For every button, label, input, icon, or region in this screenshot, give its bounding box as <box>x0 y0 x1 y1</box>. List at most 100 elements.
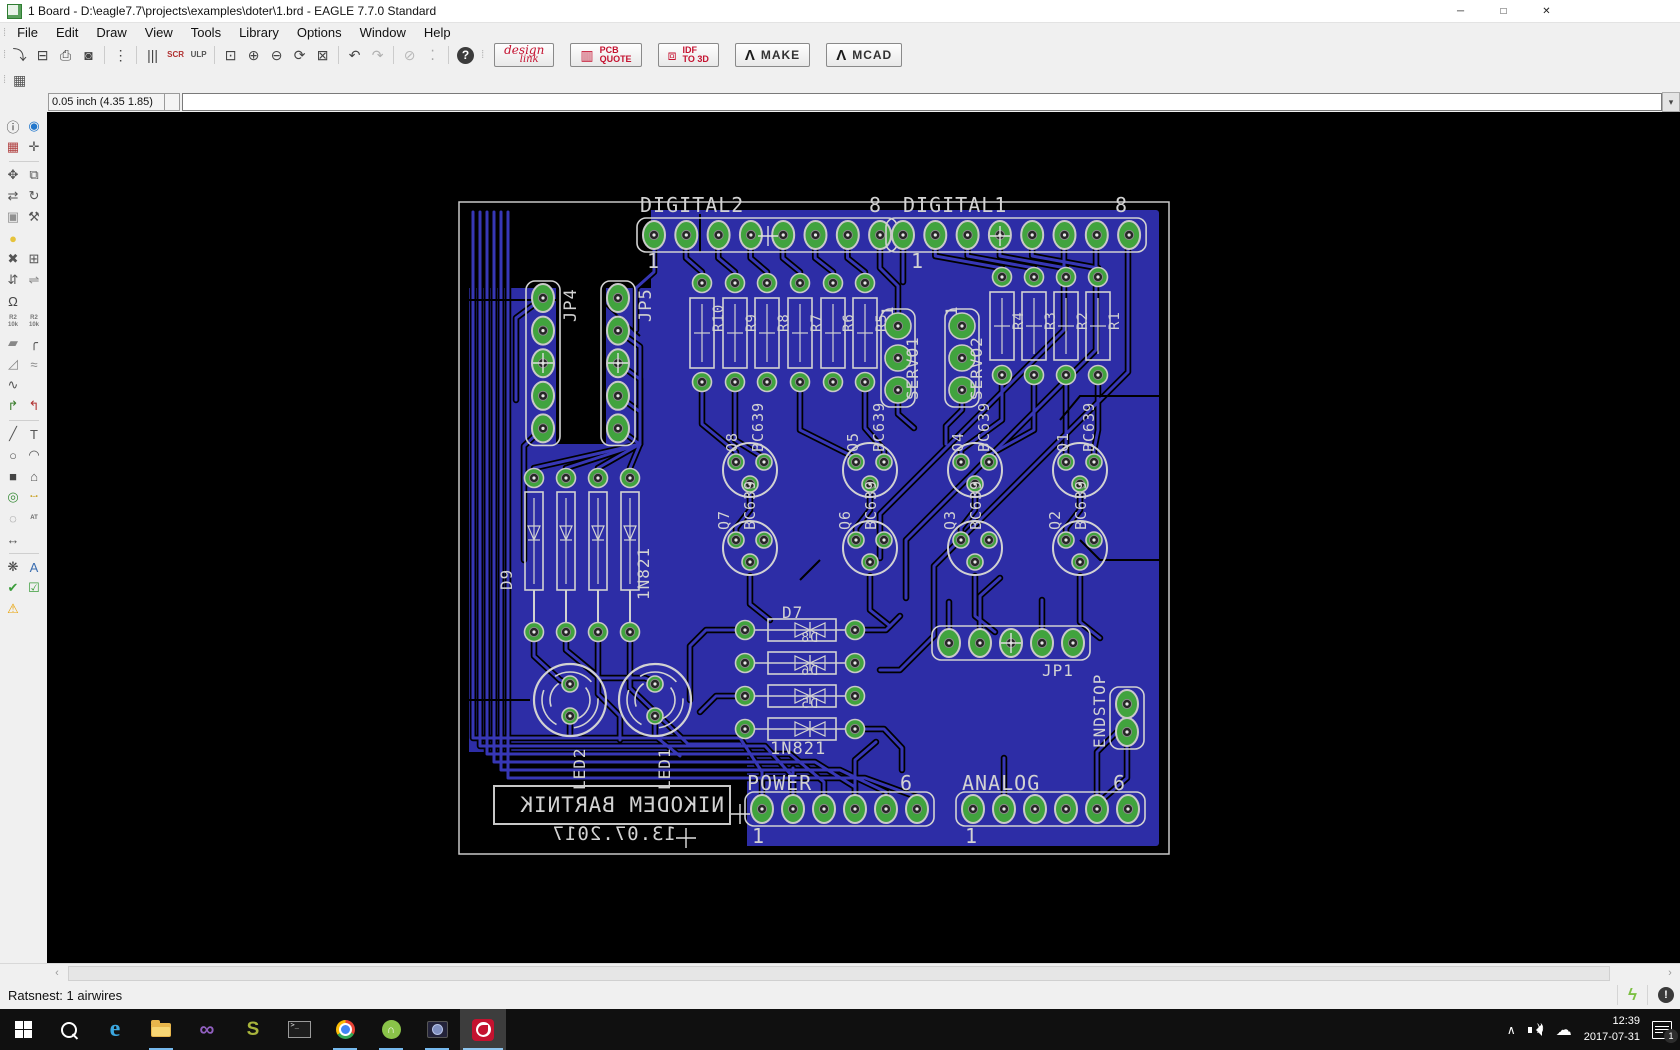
rect-tool[interactable]: ■ <box>3 466 24 486</box>
minimize-button[interactable]: ─ <box>1439 0 1482 22</box>
copy-tool[interactable]: ⧉ <box>24 165 45 185</box>
volume-icon[interactable]: )) <box>1527 1023 1544 1036</box>
make-button[interactable]: Λ MAKE <box>734 43 811 67</box>
onedrive-cloud-icon[interactable]: ☁ <box>1556 1020 1572 1040</box>
errors-tool[interactable]: ☑ <box>24 578 45 598</box>
mcad-button[interactable]: Λ MCAD <box>826 43 903 67</box>
board-canvas[interactable]: DIGITAL2 8 1 DIGITAL1 8 1 JP4 JP5 R10 R9 R8 R7 R6 R5 R… <box>47 112 1680 963</box>
wire-tool[interactable]: ╱ <box>3 424 24 444</box>
help-icon[interactable]: ? <box>457 46 475 64</box>
menu-edit[interactable]: Edit <box>47 24 87 41</box>
scroll-right-arrow[interactable]: › <box>1662 965 1678 980</box>
command-dropdown-arrow[interactable]: ▾ <box>1662 92 1680 112</box>
taskbar-clock[interactable]: 12:39 2017-07-31 <box>1584 1014 1640 1045</box>
display-layers-tool[interactable]: ▦ <box>3 137 24 157</box>
cut-tool[interactable]: ● <box>3 228 24 248</box>
scroll-left-arrow[interactable]: ‹ <box>49 965 65 980</box>
menu-options[interactable]: Options <box>288 24 351 41</box>
export-image-icon[interactable]: ◙ <box>78 45 99 66</box>
move-tool[interactable]: ✥ <box>3 165 24 185</box>
name-tool[interactable]: R2 10k <box>3 312 24 332</box>
smash-tool[interactable]: ▰ <box>3 333 24 353</box>
menu-tools[interactable]: Tools <box>182 24 230 41</box>
zoom-select-icon[interactable]: ⊠ <box>312 45 333 66</box>
signal-tool[interactable]: •–• <box>24 487 45 507</box>
save-icon[interactable]: ⊟ <box>32 45 53 66</box>
zoom-redraw-icon[interactable]: ⟳ <box>289 45 310 66</box>
menu-help[interactable]: Help <box>415 24 460 41</box>
autorouter-tool[interactable]: A <box>24 557 45 577</box>
via-tool[interactable]: ◎ <box>3 487 24 507</box>
run-ulp-icon[interactable]: ULP <box>188 45 209 66</box>
stop-icon[interactable]: ⊘ <box>399 45 420 66</box>
ripup-tool[interactable]: ↰ <box>24 396 45 416</box>
circle-tool[interactable]: ○ <box>3 445 24 465</box>
close-button[interactable]: ✕ <box>1525 0 1568 22</box>
pinswap-tool[interactable]: ⇵ <box>3 270 24 290</box>
replace-tool[interactable]: ⇌ <box>24 270 45 290</box>
menu-library[interactable]: Library <box>230 24 288 41</box>
action-center-icon[interactable]: 1 <box>1652 1020 1678 1043</box>
rotate-tool[interactable]: ↻ <box>24 186 45 206</box>
layer-settings-icon[interactable]: ||| <box>142 45 163 66</box>
miter-tool[interactable]: ╭ <box>24 333 45 353</box>
horizontal-scrollbar[interactable]: ‹ › <box>0 963 1680 982</box>
taskbar-edge[interactable]: e <box>92 1009 138 1050</box>
add-tool[interactable]: ⊞ <box>24 249 45 269</box>
dimension-tool[interactable]: ↔ <box>3 529 24 549</box>
meander-tool[interactable]: ∿ <box>3 375 24 395</box>
arc-tool[interactable]: ◠ <box>24 445 45 465</box>
lock-tool[interactable]: Ω <box>3 291 24 311</box>
delete-tool[interactable]: ✖ <box>3 249 24 269</box>
attribute-tool[interactable]: AT <box>24 508 45 528</box>
taskbar-start[interactable] <box>0 1009 46 1050</box>
ratsnest-tool[interactable]: ❋ <box>3 557 24 577</box>
open-icon[interactable]: ⤵ <box>9 45 30 66</box>
redo-icon[interactable]: ↷ <box>367 45 388 66</box>
change-tool[interactable]: ⚒ <box>24 207 45 227</box>
menu-view[interactable]: View <box>136 24 182 41</box>
taskbar-command-prompt[interactable]: >_ <box>276 1009 322 1050</box>
mark-tool[interactable]: ✛ <box>24 137 45 157</box>
undo-icon[interactable]: ↶ <box>344 45 365 66</box>
execute-script-scr-icon[interactable]: SCR <box>165 45 186 66</box>
pcb-quote-button[interactable]: ▥ PCB QUOTE <box>570 43 642 67</box>
design-link-button[interactable]: design link <box>494 43 555 67</box>
scrollbar-thumb[interactable] <box>68 966 1610 981</box>
optimize-tool[interactable]: ≈ <box>24 354 45 374</box>
taskbar-app-green-s[interactable]: S <box>230 1009 276 1050</box>
print-icon[interactable]: ⎙ <box>55 45 76 66</box>
drc-tool[interactable]: ✔ <box>3 578 24 598</box>
route-tool[interactable]: ↱ <box>3 396 24 416</box>
idf-to-3d-button[interactable]: ⧈ IDF TO 3D <box>657 43 719 67</box>
mirror-tool[interactable]: ⇄ <box>3 186 24 206</box>
info-tool[interactable]: ⓘ <box>3 116 24 136</box>
zoom-in-icon[interactable]: ⊕ <box>243 45 264 66</box>
menu-file[interactable]: File <box>8 24 47 41</box>
taskbar-file-explorer[interactable] <box>138 1009 184 1050</box>
taskbar-eagle[interactable] <box>460 1009 506 1050</box>
polygon-tool[interactable]: ⌂ <box>24 466 45 486</box>
command-input[interactable] <box>182 93 1662 111</box>
taskbar-visual-studio[interactable]: ∞ <box>184 1009 230 1050</box>
zoom-out-icon[interactable]: ⊖ <box>266 45 287 66</box>
warning-tool[interactable]: ⚠ <box>3 599 24 619</box>
show-tool[interactable]: ◉ <box>24 116 45 136</box>
value-tool[interactable]: R2 10k <box>24 312 45 332</box>
run-script-icon[interactable]: ⋮ <box>110 45 131 66</box>
taskbar-photos[interactable] <box>414 1009 460 1050</box>
hole-tool[interactable]: ◌ <box>3 508 24 528</box>
pcb-board-drawing[interactable]: DIGITAL2 81DIGITAL1 81JP4 JP5 R10 R9 R8 R7 R6 R5 R… <box>47 112 1680 963</box>
zoom-fit-icon[interactable]: ⊡ <box>220 45 241 66</box>
grid-button[interactable]: ▦ <box>9 70 30 91</box>
split-tool[interactable]: ◿ <box>3 354 24 374</box>
go-icon[interactable]: ⁚ <box>422 45 443 66</box>
menu-draw[interactable]: Draw <box>87 24 135 41</box>
maximize-button[interactable]: □ <box>1482 0 1525 22</box>
taskbar-android-studio[interactable]: ∩ <box>368 1009 414 1050</box>
taskbar-chrome[interactable] <box>322 1009 368 1050</box>
taskbar-search[interactable] <box>46 1009 92 1050</box>
group-tool[interactable]: ▣ <box>3 207 24 227</box>
text-tool[interactable]: T <box>24 424 45 444</box>
menu-window[interactable]: Window <box>351 24 415 41</box>
